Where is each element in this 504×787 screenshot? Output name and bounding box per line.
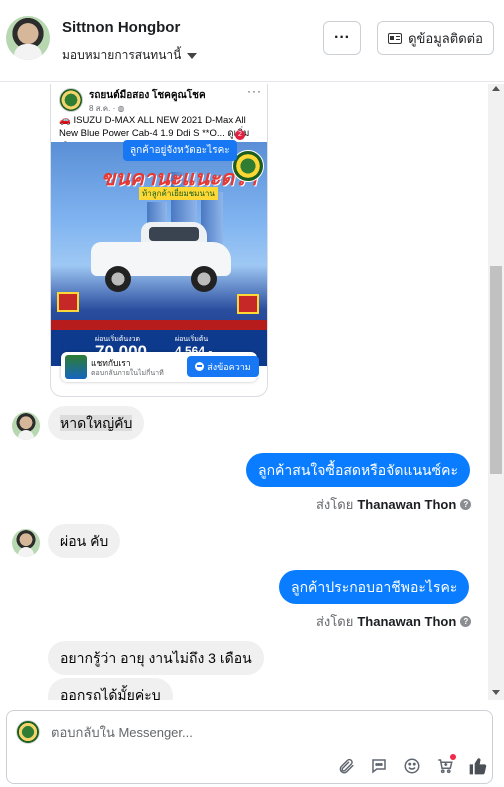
incoming-message[interactable]: ออกรถได้มั้ยค่ะบ — [48, 678, 173, 700]
new-indicator-dot — [450, 754, 456, 760]
incoming-message[interactable]: อยากรู้ว่า อายุ งานไม่ถึง 3 เดือน — [48, 641, 264, 675]
scrollbar-thumb[interactable] — [490, 266, 502, 474]
help-icon[interactable]: ? — [460, 616, 472, 627]
help-icon[interactable]: ? — [460, 499, 472, 510]
send-message-button[interactable]: ส่งข้อความ — [187, 356, 259, 377]
messenger-icon — [195, 362, 205, 371]
dealer-emblem — [232, 150, 264, 182]
conversation-header: Sittnon Hongbor มอบหมายการสนทนานี้ ··· ด… — [0, 0, 504, 82]
chat-bubble-icon[interactable] — [368, 755, 390, 777]
page-avatar — [16, 720, 40, 744]
page-logo — [59, 88, 83, 112]
promo-thumbnail — [65, 355, 87, 379]
post-more-icon[interactable]: ··· — [247, 84, 262, 98]
post-image: ขนคานะแนะดรา ท้าลูกค้าเยี่ยมชมนาน ผ่อนเร… — [51, 142, 267, 366]
promo-strip — [51, 320, 267, 330]
paperclip-icon[interactable] — [335, 755, 357, 777]
scroll-up-arrow-icon[interactable] — [492, 86, 500, 91]
incoming-message[interactable]: หาดใหญ่คับ — [48, 406, 145, 440]
promo-subheadline: ท้าลูกค้าเยี่ยมชมนาน — [139, 187, 218, 200]
view-contact-label: ดูข้อมูลติดต่อ — [408, 30, 483, 46]
globe-icon: ◍ — [117, 104, 125, 113]
suggested-reply-chip[interactable]: ลูกค้าอยู่จังหวัดอะไรคะ — [123, 140, 237, 161]
chat-with-us-subtitle: ตอบกลับภายในไม่กี่นาที — [91, 370, 164, 377]
thumbs-up-icon[interactable] — [467, 755, 489, 777]
more-options-button[interactable]: ··· — [323, 21, 361, 55]
sender-avatar[interactable] — [12, 529, 40, 557]
smiley-icon[interactable] — [401, 755, 423, 777]
incoming-message[interactable]: ผ่อน คับ — [48, 524, 121, 558]
notification-badge: 2 — [235, 130, 245, 140]
shared-post-card[interactable]: รถยนต์มือสอง โชคคูณโชค 8 ส.ค. · ◍ ··· 🚗 … — [50, 84, 268, 397]
chat-with-us-bar: แชทกับเรา ตอบกลับภายในไม่กี่นาที ส่งข้อค… — [61, 352, 259, 382]
user-name[interactable]: Sittnon Hongbor — [62, 19, 180, 36]
post-page-name: รถยนต์มือสอง โชคคูณโชค — [89, 90, 206, 101]
chevron-down-icon — [187, 52, 198, 59]
sender-avatar[interactable] — [12, 412, 40, 440]
sent-by-label: ส่งโดย Thanawan Thon ? — [316, 494, 472, 515]
contact-card-icon — [388, 32, 403, 44]
truck-illustration — [91, 222, 231, 292]
cart-icon[interactable] — [434, 754, 456, 777]
outgoing-message[interactable]: ลูกค้าประกอบอาชีพอะไรคะ — [279, 570, 470, 604]
scroll-down-arrow-icon[interactable] — [492, 690, 500, 695]
composer-toolbar — [335, 754, 489, 777]
message-composer — [6, 710, 493, 784]
outgoing-message[interactable]: ลูกค้าสนใจซื้อสดหรือจัดแนนซ์คะ — [246, 453, 470, 487]
gift-icon — [237, 294, 259, 314]
sent-by-label: ส่งโดย Thanawan Thon ? — [316, 611, 472, 632]
assign-conversation-dropdown[interactable]: มอบหมายการสนทนานี้ — [62, 46, 198, 65]
user-avatar[interactable] — [6, 16, 50, 60]
assign-label: มอบหมายการสนทนานี้ — [62, 48, 182, 62]
gift-icon — [57, 292, 79, 312]
view-contact-button[interactable]: ดูข้อมูลติดต่อ — [377, 21, 494, 55]
reply-input[interactable] — [51, 725, 471, 740]
